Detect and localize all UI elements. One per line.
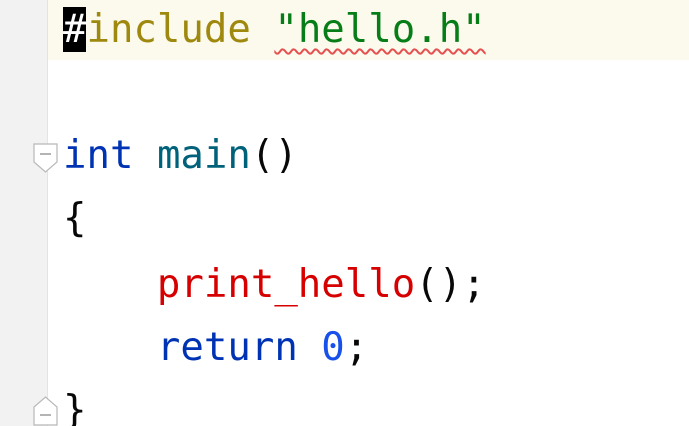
fold-open-icon[interactable] <box>33 143 58 173</box>
code-line-main-declaration[interactable]: int main() <box>63 126 298 186</box>
code-line-open-brace[interactable]: { <box>63 189 86 249</box>
function-name: main <box>156 133 251 178</box>
return-keyword: return <box>156 325 298 370</box>
close-brace: } <box>63 388 87 426</box>
caret-selection: # <box>63 7 87 52</box>
code-editor[interactable]: #include "hello.h" int main() { print_he… <box>0 0 689 426</box>
code-line-return[interactable]: return 0; <box>63 318 368 378</box>
fold-close-icon[interactable] <box>33 396 58 426</box>
editor-gutter[interactable] <box>0 0 48 426</box>
code-line-print-call[interactable]: print_hello(); <box>63 255 486 315</box>
return-value: 0 <box>321 325 345 370</box>
type-keyword: int <box>63 133 134 178</box>
code-line-include[interactable]: #include "hello.h" <box>63 0 486 60</box>
semicolon: ; <box>344 325 369 370</box>
call-suffix: (); <box>415 262 486 307</box>
parameter-parens: () <box>250 133 298 178</box>
function-call: print_hello <box>156 262 416 307</box>
include-directive: include <box>86 7 251 52</box>
include-header-string: "hello.h" <box>274 7 486 52</box>
open-brace: { <box>63 196 87 241</box>
code-line-close-brace[interactable]: } <box>63 381 86 426</box>
